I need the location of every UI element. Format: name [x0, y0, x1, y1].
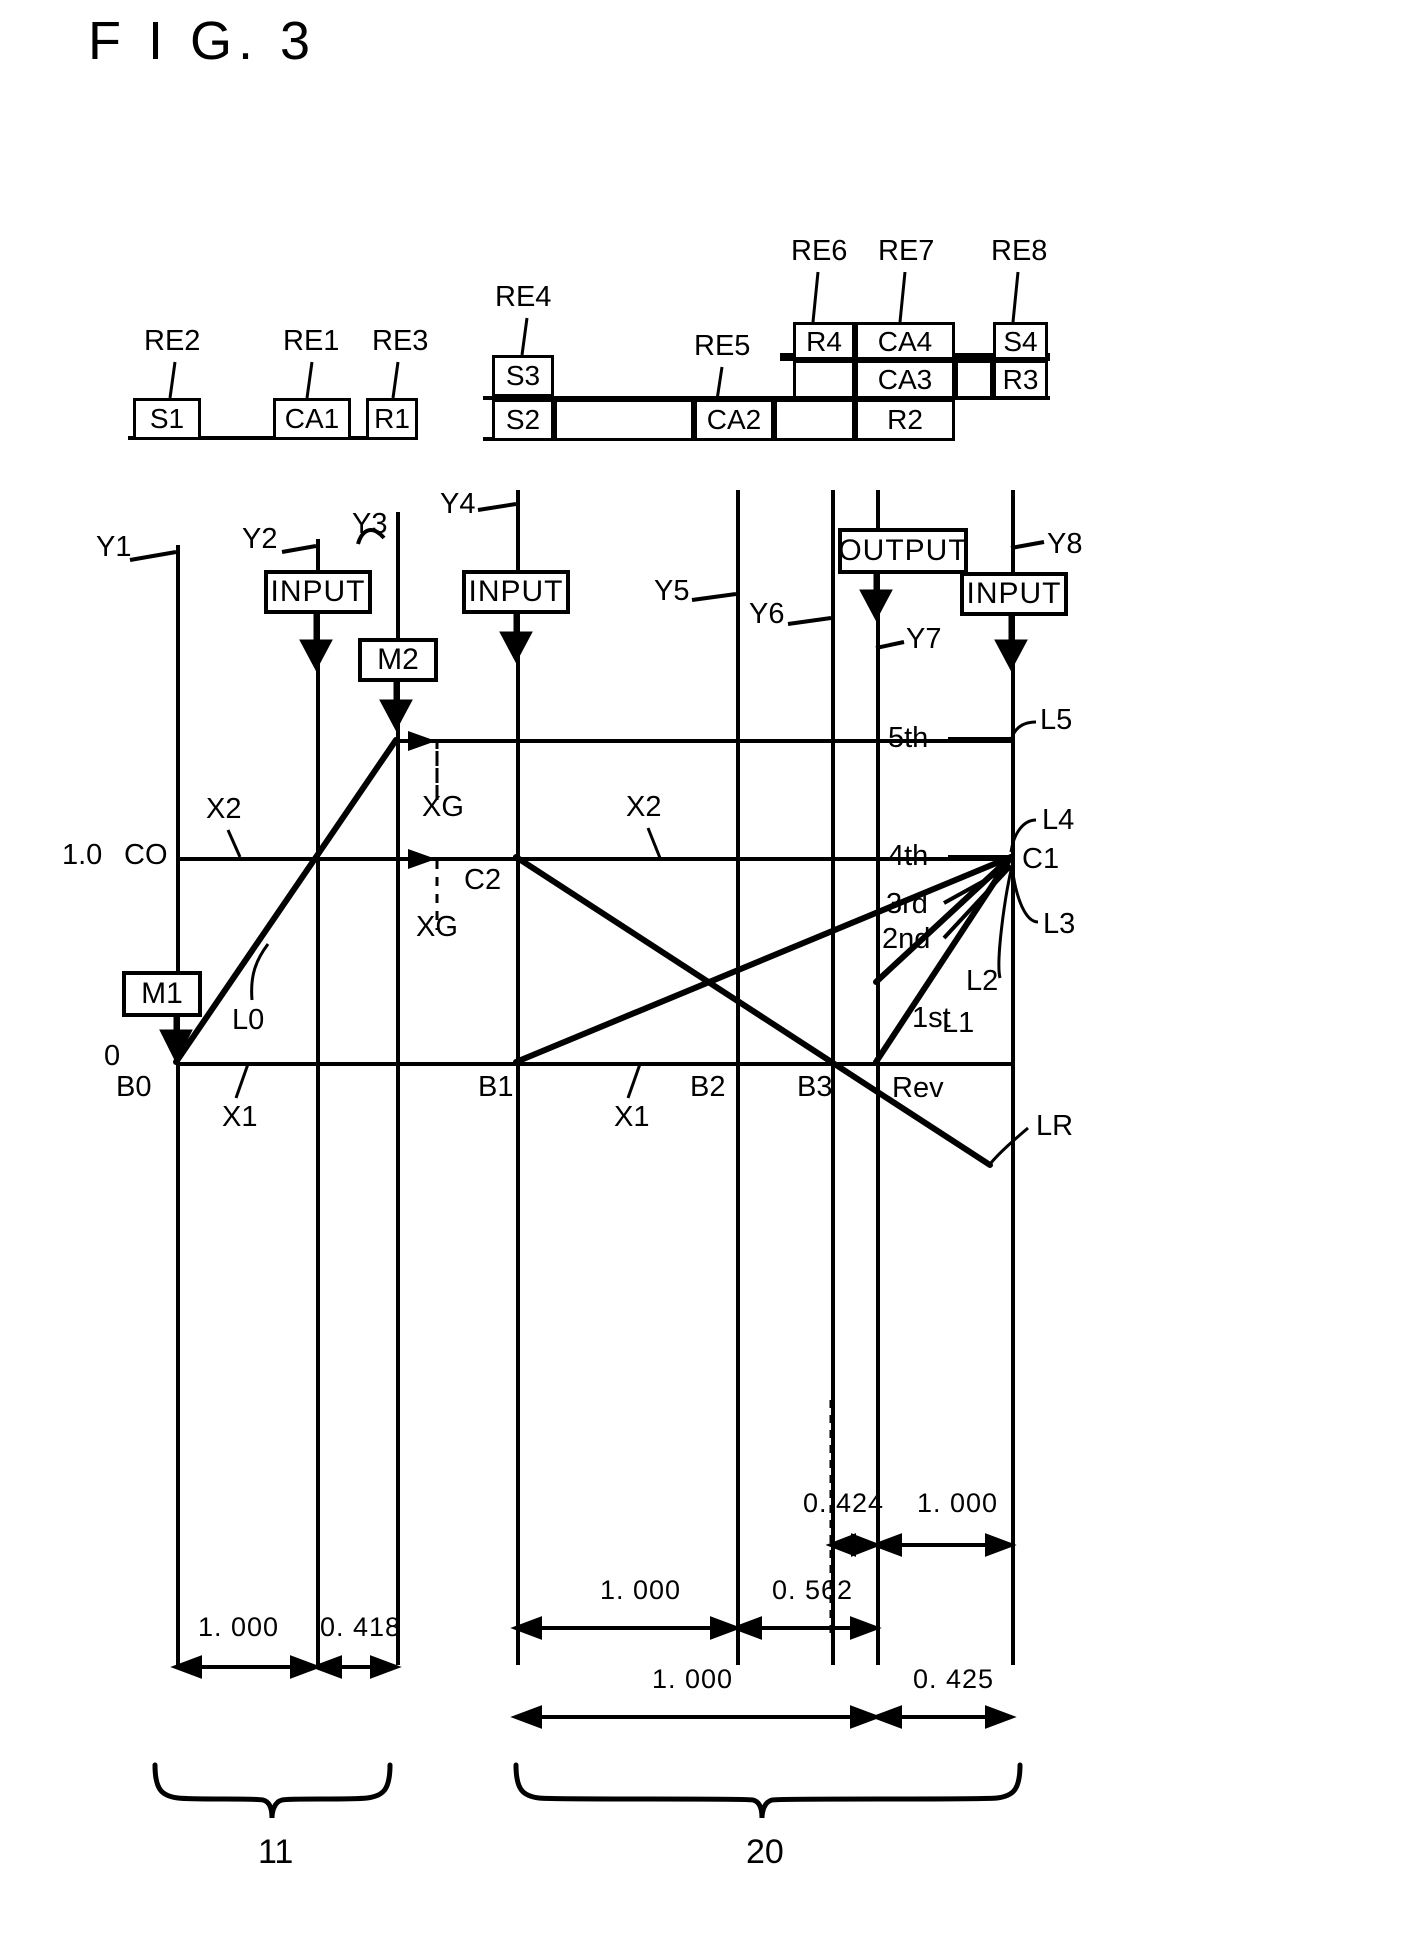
gear-label-5th: 5th — [888, 722, 929, 754]
node-label-c2: C2 — [464, 864, 502, 896]
line-label-lr: LR — [1036, 1110, 1074, 1142]
member-box-ca2: CA2 — [694, 399, 774, 441]
reference-label-re3: RE3 — [372, 325, 429, 357]
member-box-ca4: CA4 — [855, 322, 955, 362]
reference-label-re6: RE6 — [791, 235, 848, 267]
axis-label-y6: Y6 — [749, 598, 785, 630]
reference-label-re4: RE4 — [495, 281, 552, 313]
dimension-label-right-top-a: 0. 424 — [803, 1488, 885, 1518]
gear-label-4th: 4th — [888, 840, 929, 872]
output-box-y7: OUTPUT — [838, 528, 968, 574]
line-label-l5: L5 — [1040, 704, 1073, 736]
axis-y1 — [176, 545, 180, 1665]
node-label-b2: B2 — [690, 1071, 726, 1103]
node-label-b3: B3 — [797, 1071, 833, 1103]
m1-box: M1 — [122, 971, 202, 1017]
member-cell-empty-4 — [774, 399, 855, 441]
scale-label-zero: 0 — [104, 1040, 121, 1072]
segment-label-xg-upper: XG — [422, 791, 464, 823]
node-label-b0: B0 — [116, 1071, 152, 1103]
segment-label-x1-right: X1 — [614, 1101, 650, 1133]
dimension-label-right-bot-b: 0. 425 — [913, 1664, 995, 1694]
segment-label-x1-left: X1 — [222, 1101, 258, 1133]
reference-label-re5: RE5 — [694, 330, 751, 362]
axis-label-y8: Y8 — [1047, 528, 1083, 560]
figure-title: F I G. 3 — [88, 11, 317, 71]
input-box-y2: INPUT — [264, 570, 372, 614]
reference-label-re1: RE1 — [283, 325, 340, 357]
gear-label-2nd: 2nd — [882, 923, 931, 955]
line-label-l4: L4 — [1042, 804, 1075, 836]
node-label-c0: CO — [124, 839, 168, 871]
member-box-ca1: CA1 — [273, 398, 351, 440]
node-label-c1: C1 — [1022, 843, 1060, 875]
member-box-ca3: CA3 — [855, 360, 955, 400]
segment-label-xg-lower: XG — [416, 911, 458, 943]
axis-y4 — [516, 490, 520, 1665]
line-label-l3: L3 — [1043, 908, 1076, 940]
dimension-label-right-mid-b: 0. 562 — [772, 1575, 854, 1605]
axis-label-y7: Y7 — [906, 623, 942, 655]
scale-label-one: 1.0 — [62, 839, 103, 871]
member-box-r2: R2 — [855, 399, 955, 441]
dimension-label-right-bot-a: 1. 000 — [652, 1664, 734, 1694]
dimension-label-right-mid-a: 1. 000 — [600, 1575, 682, 1605]
gear-label-3rd: 3rd — [886, 888, 928, 920]
member-box-r3: R3 — [993, 360, 1048, 400]
axis-y3 — [396, 512, 400, 1665]
axis-label-y3: Y3 — [352, 508, 388, 540]
line-label-l2: L2 — [966, 965, 999, 997]
member-box-r1: R1 — [366, 398, 418, 440]
member-box-s3: S3 — [492, 355, 554, 397]
member-cell-empty-3 — [554, 399, 694, 441]
input-box-y4: INPUT — [462, 570, 570, 614]
dimension-label-left-1: 1. 000 — [198, 1612, 280, 1642]
axis-y2 — [316, 539, 320, 1665]
axis-y5 — [736, 490, 740, 1665]
member-box-s4: S4 — [993, 322, 1048, 362]
segment-label-x2-right: X2 — [626, 791, 662, 823]
member-cell-empty-2 — [955, 360, 993, 400]
axis-label-y4: Y4 — [440, 488, 476, 520]
gear-label-1st: 1st — [912, 1002, 951, 1034]
segment-label-x2-left: X2 — [206, 793, 242, 825]
line-label-l0: L0 — [232, 1004, 265, 1036]
dimension-label-right-top-b: 1. 000 — [917, 1488, 999, 1518]
reference-label-re2: RE2 — [144, 325, 201, 357]
member-box-r4: R4 — [793, 322, 855, 362]
gear-label-rev: Rev — [892, 1072, 944, 1104]
axis-label-y5: Y5 — [654, 575, 690, 607]
m2-box: M2 — [358, 638, 438, 682]
dimension-label-left-2: 0. 418 — [320, 1612, 402, 1642]
member-box-s1: S1 — [133, 398, 201, 440]
member-box-s2: S2 — [492, 399, 554, 441]
reference-label-re7: RE7 — [878, 235, 935, 267]
axis-label-y1: Y1 — [96, 531, 132, 563]
member-cell-empty-1 — [793, 360, 855, 400]
input-box-y8: INPUT — [960, 572, 1068, 616]
axis-label-y2: Y2 — [242, 523, 278, 555]
unit-number-left: 11 — [258, 1833, 294, 1871]
line-l0 — [173, 737, 399, 1065]
axis-y8 — [1011, 490, 1015, 1665]
baseline-zero — [176, 1062, 1013, 1066]
figure-canvas: F I G. 3 RE2 RE1 RE3 RE4 RE5 RE6 RE7 RE8… — [0, 0, 1418, 1957]
reference-label-re8: RE8 — [991, 235, 1048, 267]
node-label-b1: B1 — [478, 1071, 514, 1103]
unit-number-right: 20 — [746, 1833, 784, 1871]
